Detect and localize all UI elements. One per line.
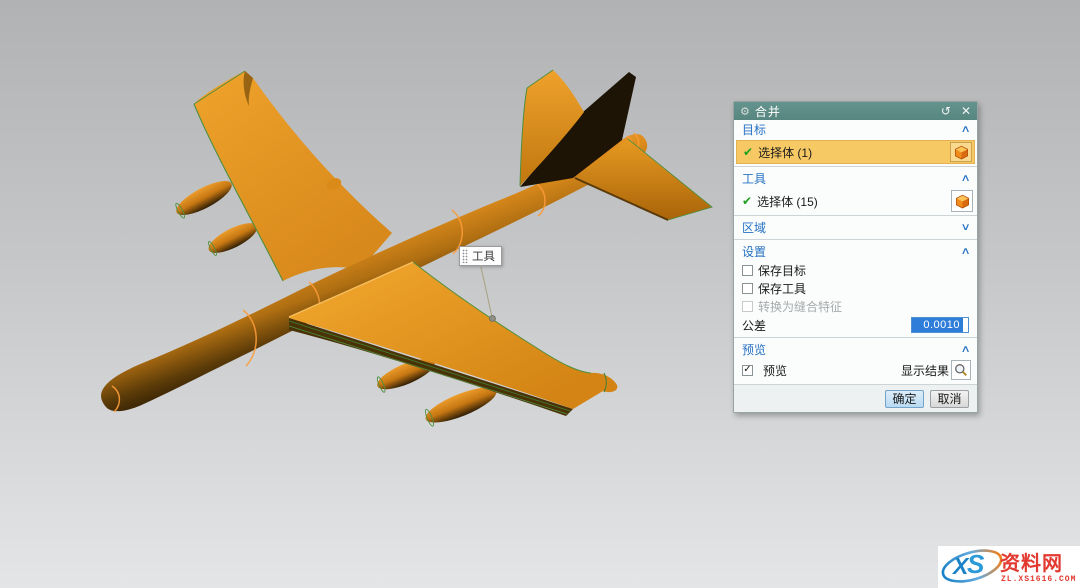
section-tool-header[interactable]: 工具 ∧ [734, 169, 977, 188]
show-result-label: 显示结果 [901, 362, 949, 379]
keep-tool-checkbox[interactable] [742, 283, 753, 294]
keep-target-label: 保存目标 [758, 262, 806, 279]
watermark-logo-s: S [967, 549, 985, 579]
target-select-label: 选择体 (1) [758, 144, 812, 161]
unite-dialog: ⚙ 合并 ↺ ✕ 目标 ∧ ✔ 选择体 (1) [733, 101, 978, 413]
close-icon[interactable]: ✕ [961, 105, 971, 117]
section-settings-title: 设置 [742, 243, 766, 260]
preview-label: 预览 [763, 362, 787, 379]
tool-select-label: 选择体 (15) [757, 193, 818, 210]
keep-tool-row[interactable]: 保存工具 [734, 279, 977, 297]
tool-select-row[interactable]: ✔ 选择体 (15) [736, 189, 975, 213]
keep-target-row[interactable]: 保存目标 [734, 261, 977, 279]
tag-label: 工具 [472, 248, 495, 264]
checkmark-icon: ✔ [742, 194, 752, 208]
section-settings-header[interactable]: 设置 ∧ [734, 242, 977, 261]
watermark-site-name: 资料网 [1000, 551, 1063, 575]
section-region-header[interactable]: 区域 ∨ [734, 218, 977, 237]
engine-pod-far-1[interactable] [172, 175, 236, 222]
section-target-header[interactable]: 目标 ∧ [734, 120, 977, 139]
preview-row: ✓ 预览 显示结果 [734, 359, 977, 381]
target-body-cube-icon[interactable] [950, 142, 972, 162]
tag-grip-dots-icon[interactable] [462, 249, 468, 263]
show-result-magnifier-icon[interactable] [951, 360, 971, 380]
convert-to-sew-checkbox [742, 301, 753, 312]
dialog-titlebar[interactable]: ⚙ 合并 ↺ ✕ [734, 102, 977, 120]
chevron-down-icon[interactable]: ∨ [960, 222, 970, 233]
ok-button[interactable]: 确定 [885, 390, 924, 408]
cancel-button[interactable]: 取消 [930, 390, 969, 408]
section-target-title: 目标 [742, 121, 766, 138]
chevron-up-icon[interactable]: ∧ [960, 246, 970, 257]
section-preview-header[interactable]: 预览 ∧ [734, 340, 977, 359]
watermark-site-url: ZL.XS1616.COM [1001, 575, 1076, 584]
keep-target-checkbox[interactable] [742, 265, 753, 276]
preview-checkbox[interactable]: ✓ [742, 365, 753, 376]
chevron-up-icon[interactable]: ∧ [960, 344, 970, 355]
tool-tag[interactable]: 工具 [459, 246, 502, 266]
keep-tool-label: 保存工具 [758, 280, 806, 297]
checkmark-icon: ✔ [743, 145, 753, 159]
chevron-up-icon[interactable]: ∧ [960, 173, 970, 184]
application-window: 工具 ⚙ 合并 ↺ ✕ 目标 ∧ ✔ 选择体 (1) [0, 0, 1080, 588]
convert-to-sew-row: 转换为缝合特征 [734, 297, 977, 315]
tolerance-label: 公差 [742, 317, 766, 334]
target-select-row[interactable]: ✔ 选择体 (1) [736, 140, 975, 164]
reset-icon[interactable]: ↺ [941, 105, 951, 117]
tolerance-caret [963, 318, 968, 332]
tool-body-cube-icon[interactable] [951, 190, 973, 212]
watermark-logo: X S 资料网 ZL.XS1616.COM [938, 546, 1080, 588]
section-region-title: 区域 [742, 219, 766, 236]
dialog-footer: 确定 取消 [734, 384, 977, 412]
tolerance-row: 公差 0.0010 [734, 315, 977, 335]
tolerance-value: 0.0010 [912, 318, 963, 332]
gear-icon[interactable]: ⚙ [740, 105, 750, 118]
section-tool-title: 工具 [742, 170, 766, 187]
dialog-title: 合并 [755, 103, 781, 120]
section-preview-title: 预览 [742, 341, 766, 358]
tolerance-input[interactable]: 0.0010 [911, 317, 969, 333]
chevron-up-icon[interactable]: ∧ [960, 124, 970, 135]
convert-to-sew-label: 转换为缝合特征 [758, 298, 842, 315]
